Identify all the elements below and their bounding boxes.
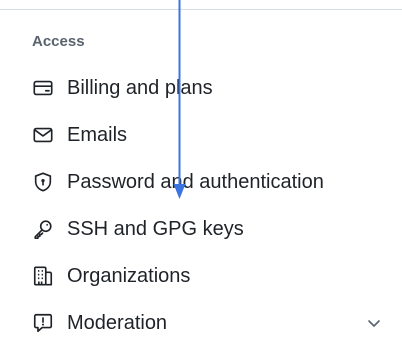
report-icon bbox=[32, 312, 54, 334]
sidebar-item-emails[interactable]: Emails bbox=[0, 111, 402, 158]
organization-icon bbox=[32, 265, 54, 287]
sidebar-item-billing-and-plans[interactable]: Billing and plans bbox=[0, 64, 402, 111]
credit-card-icon bbox=[32, 77, 54, 99]
sidebar-item-organizations[interactable]: Organizations bbox=[0, 252, 402, 299]
sidebar-item-moderation[interactable]: Moderation bbox=[0, 299, 402, 346]
sidebar-item-label: Billing and plans bbox=[67, 76, 213, 99]
sidebar-item-password-and-authentication[interactable]: Password and authentication bbox=[0, 158, 402, 205]
key-icon bbox=[32, 218, 54, 240]
section-heading-access: Access bbox=[32, 33, 85, 50]
chevron-down-icon[interactable] bbox=[366, 315, 382, 331]
sidebar-item-label: Password and authentication bbox=[67, 170, 324, 193]
mail-icon bbox=[32, 124, 54, 146]
top-divider bbox=[0, 9, 402, 10]
sidebar-item-ssh-and-gpg-keys[interactable]: SSH and GPG keys bbox=[0, 205, 402, 252]
shield-lock-icon bbox=[32, 171, 54, 193]
sidebar-item-label: Emails bbox=[67, 123, 128, 146]
access-nav-list: Billing and plans Emails Password and au… bbox=[0, 64, 402, 346]
sidebar-item-label: Organizations bbox=[67, 264, 191, 287]
sidebar-item-label: SSH and GPG keys bbox=[67, 217, 244, 240]
sidebar-item-label: Moderation bbox=[67, 311, 168, 334]
